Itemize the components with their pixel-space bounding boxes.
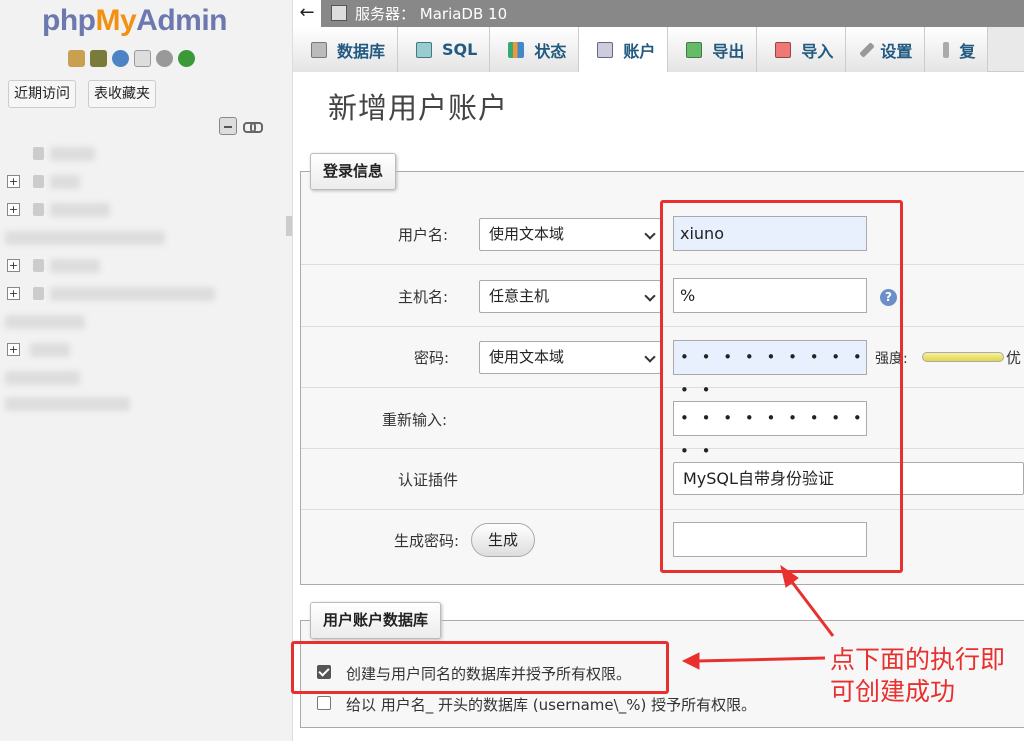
blurred-label <box>50 147 95 161</box>
tree-item[interactable] <box>0 224 293 252</box>
recent-button[interactable]: 近期访问 <box>8 80 76 108</box>
sql-icon <box>416 41 433 58</box>
tab-settings[interactable]: 设置 <box>846 27 926 72</box>
annotation-highlight-box <box>660 200 903 573</box>
server-breadcrumb[interactable]: 服务器： MariaDB 10 <box>355 3 507 24</box>
blurred-label <box>5 371 80 385</box>
database-icon <box>33 203 44 216</box>
accounts-icon <box>597 41 614 58</box>
expand-icon[interactable]: + <box>7 203 20 216</box>
quick-icons <box>68 50 195 67</box>
tree-item[interactable] <box>0 140 293 168</box>
phpmyadmin-logo[interactable]: phpMyAdmin <box>42 4 227 38</box>
favorites-button[interactable]: 表收藏夹 <box>88 80 156 108</box>
home-icon[interactable] <box>68 50 85 67</box>
host-type-select[interactable]: 任意主机 <box>479 280 661 313</box>
generate-password-button[interactable]: 生成 <box>471 523 535 557</box>
expand-icon[interactable]: + <box>7 259 20 272</box>
tree-item[interactable]: + <box>0 196 293 224</box>
blurred-label <box>50 175 80 189</box>
sidebar-resize-handle[interactable] <box>286 216 292 236</box>
status-icon <box>508 41 525 58</box>
tab-databases[interactable]: 数据库 <box>293 27 399 72</box>
expand-icon[interactable]: + <box>7 343 20 356</box>
host-label: 主机名: <box>398 288 449 306</box>
blurred-label <box>50 259 100 273</box>
user-database-legend: 用户账户数据库 <box>310 602 442 639</box>
blurred-label <box>50 287 215 301</box>
retype-label: 重新输入: <box>382 411 448 429</box>
export-icon <box>686 41 703 58</box>
database-icon <box>33 287 44 300</box>
tab-export[interactable]: 导出 <box>668 27 758 72</box>
tab-replication[interactable]: 复 <box>925 27 989 72</box>
tree-controls <box>219 117 263 135</box>
phpmyadmin-window: { "sidebar": { "logo_php": "php", "logo_… <box>0 0 1024 741</box>
tree-item[interactable]: + <box>0 168 293 196</box>
settings-icon <box>859 41 876 58</box>
auth-plugin-label: 认证插件 <box>398 471 459 489</box>
reload-icon[interactable] <box>178 50 195 67</box>
tree-item[interactable] <box>0 308 293 336</box>
database-tree: + + + + + <box>0 140 293 420</box>
tree-item[interactable] <box>0 364 293 392</box>
navigation-sidebar: phpMyAdmin 近期访问 表收藏夹 + + + + + <box>0 0 293 741</box>
password-label: 密码: <box>414 349 450 367</box>
chevron-down-icon <box>644 228 656 240</box>
tab-accounts[interactable]: 账户 <box>579 27 669 72</box>
grant-wildcard-checkbox[interactable] <box>317 696 331 710</box>
strength-value: 优 <box>1006 349 1022 367</box>
annotation-highlight-box <box>291 641 669 694</box>
tab-sql[interactable]: SQL <box>398 27 491 72</box>
database-icon[interactable] <box>90 50 107 67</box>
password-strength-meter <box>922 352 1004 362</box>
collapse-sidebar-arrow-icon[interactable]: ← <box>293 0 321 27</box>
blurred-label <box>30 343 70 357</box>
database-icon <box>33 147 44 160</box>
generate-password-label: 生成密码: <box>394 532 460 550</box>
database-icon <box>33 175 44 188</box>
docs-icon[interactable] <box>134 50 151 67</box>
server-tabs: 数据库 SQL 状态 账户 导出 导入 设置 复 <box>293 27 1024 72</box>
server-breadcrumb-bar: ← 服务器： MariaDB 10 <box>293 0 1024 27</box>
tree-item[interactable]: + <box>0 252 293 280</box>
database-icon <box>311 41 327 58</box>
blurred-label <box>5 231 165 245</box>
username-type-select[interactable]: 使用文本域 <box>479 218 661 251</box>
tab-status[interactable]: 状态 <box>490 27 580 72</box>
username-label: 用户名: <box>398 226 449 244</box>
tab-import[interactable]: 导入 <box>757 27 847 72</box>
server-icon <box>331 5 347 21</box>
expand-icon[interactable]: + <box>7 287 20 300</box>
tree-item[interactable]: + <box>0 336 293 364</box>
annotation-note: 点下面的执行即可创建成功 <box>830 645 1006 706</box>
settings-icon[interactable] <box>156 50 173 67</box>
tree-item[interactable]: + <box>0 280 293 308</box>
login-info-legend: 登录信息 <box>310 153 397 190</box>
blurred-label <box>5 315 85 329</box>
help-icon[interactable] <box>112 50 129 67</box>
grant-wildcard-option-label[interactable]: 给以 用户名_ 开头的数据库 (username\_%) 授予所有权限。 <box>346 694 756 715</box>
tree-item[interactable] <box>0 392 293 420</box>
replication-icon <box>943 41 950 58</box>
expand-icon[interactable]: + <box>7 175 20 188</box>
database-icon <box>33 259 44 272</box>
blurred-label <box>5 397 130 411</box>
password-type-select[interactable]: 使用文本域 <box>479 341 661 374</box>
collapse-all-icon[interactable] <box>219 117 237 135</box>
import-icon <box>775 41 792 58</box>
page-title: 新增用户账户 <box>328 91 509 125</box>
chevron-down-icon <box>644 290 656 302</box>
chevron-down-icon <box>644 351 656 363</box>
link-with-main-icon[interactable] <box>243 117 263 135</box>
blurred-label <box>50 203 110 217</box>
